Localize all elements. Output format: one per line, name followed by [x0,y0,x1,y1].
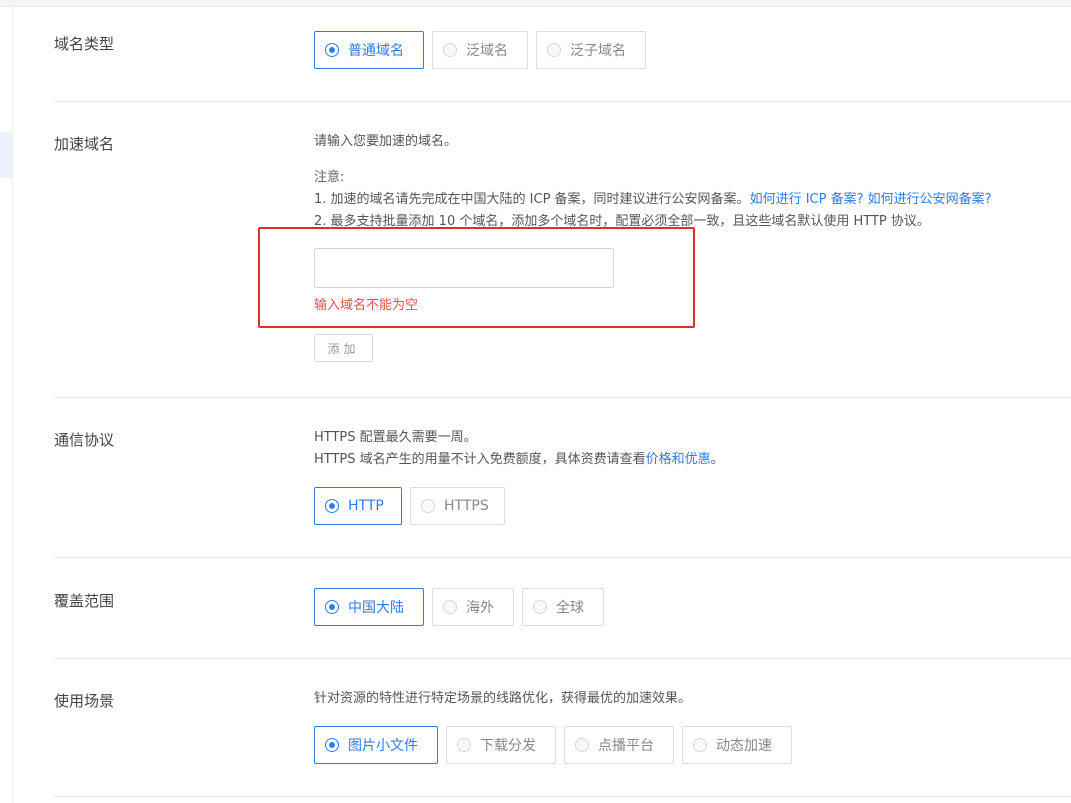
radio-label: 图片小文件 [348,738,418,754]
radio-unchecked-icon [443,600,457,614]
radio-dynamic-acceleration[interactable]: 动态加速 [682,726,792,764]
radio-checked-icon [325,738,339,752]
protocol-note-2: HTTPS 域名产生的用量不计入免费额度，具体资费请查看价格和优惠。 [314,452,724,467]
radio-vod-platform[interactable]: 点播平台 [564,726,674,764]
radio-unchecked-icon [547,43,561,57]
radio-unchecked-icon [457,738,471,752]
radio-checked-icon [325,43,339,57]
left-sidebar-edge [12,0,13,803]
radio-label: 海外 [466,600,494,616]
note-line-1: 1. 加速的域名请先完成在中国大陆的 ICP 备案，同时建议进行公安网备案。如何… [314,192,992,207]
radio-label: 中国大陆 [348,600,404,616]
radio-unchecked-icon [575,738,589,752]
radio-unchecked-icon [533,600,547,614]
radio-checked-icon [325,499,339,513]
radio-normal-domain[interactable]: 普通域名 [314,31,424,69]
coverage-radio-group: 中国大陆 海外 全球 [314,588,1051,626]
radio-small-image-files[interactable]: 图片小文件 [314,726,438,764]
radio-checked-icon [325,600,339,614]
error-highlight-box [258,227,695,328]
protocol-radio-group: HTTP HTTPS [314,487,1051,525]
left-sidebar-active-marker [0,132,12,178]
scenario-label: 使用场景 [54,692,115,710]
radio-label: 普通域名 [348,43,404,59]
radio-unchecked-icon [421,499,435,513]
radio-https[interactable]: HTTPS [410,487,505,525]
coverage-label: 覆盖范围 [54,592,115,610]
radio-unchecked-icon [443,43,457,57]
radio-label: 泛子域名 [570,43,626,59]
scenario-radio-group: 图片小文件 下载分发 点播平台 动态加速 [314,726,1051,764]
radio-label: 动态加速 [716,738,772,754]
accel-domain-hint: 请输入您要加速的域名。 [314,134,458,149]
radio-global[interactable]: 全球 [522,588,604,626]
pricing-link[interactable]: 价格和优惠 [646,452,711,467]
protocol-label: 通信协议 [54,431,115,449]
add-domain-button[interactable]: 添加 [314,334,373,362]
icp-filing-link[interactable]: 如何进行 ICP 备案? [750,192,864,207]
radio-label: HTTP [348,498,384,514]
domain-type-label: 域名类型 [54,35,115,53]
radio-http[interactable]: HTTP [314,487,402,525]
protocol-section: 通信协议 HTTPS 配置最久需要一周。 HTTPS 域名产生的用量不计入免费额… [54,397,1071,558]
radio-mainland-china[interactable]: 中国大陆 [314,588,424,626]
police-filing-link[interactable]: 如何进行公安网备案? [868,192,992,207]
note-title: 注意: [314,170,345,185]
domain-type-section: 域名类型 普通域名 泛域名 泛子域名 [54,6,1071,102]
radio-download-distribution[interactable]: 下载分发 [446,726,556,764]
radio-overseas[interactable]: 海外 [432,588,514,626]
radio-label: 点播平台 [598,738,654,754]
radio-label: 泛域名 [466,43,508,59]
coverage-section: 覆盖范围 中国大陆 海外 全球 [54,557,1071,659]
radio-unchecked-icon [693,738,707,752]
accel-domain-label: 加速域名 [54,135,115,153]
scenario-hint: 针对资源的特性进行特定场景的线路优化，获得最优的加速效果。 [314,691,692,706]
radio-label: 全球 [556,600,584,616]
radio-wildcard-domain[interactable]: 泛域名 [432,31,528,69]
domain-type-radio-group: 普通域名 泛域名 泛子域名 [314,31,1051,69]
scenario-section: 使用场景 针对资源的特性进行特定场景的线路优化，获得最优的加速效果。 图片小文件… [54,658,1071,797]
protocol-note-1: HTTPS 配置最久需要一周。 [314,430,477,445]
radio-label: 下载分发 [480,738,536,754]
radio-label: HTTPS [444,498,489,514]
radio-wildcard-subdomain[interactable]: 泛子域名 [536,31,646,69]
